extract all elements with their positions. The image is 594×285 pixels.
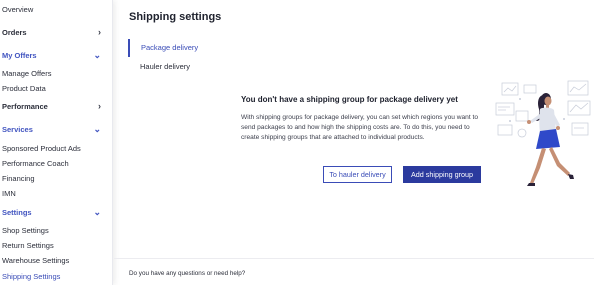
help-text: Do you have any questions or need help? [129,270,246,277]
sidebar-item-label: Performance [2,102,48,111]
sidebar-item-label: Return Settings [2,241,54,250]
sidebar-item-settings[interactable]: Settings ⌄ [2,207,107,217]
sidebar-item-label: IMN [2,189,16,198]
sidebar-item-label: Product Data [2,84,46,93]
sidebar-item-financing[interactable]: Financing [2,174,107,183]
sidebar-item-label: Settings [2,208,32,217]
sidebar-item-label: Performance Coach [2,159,69,168]
main-content: Shipping settings Package delivery Haule… [114,0,594,285]
sidebar-item-warehouse-settings[interactable]: Warehouse Settings [2,256,107,265]
sidebar-item-orders[interactable]: Orders › [2,27,107,37]
chevron-right-icon: › [98,101,101,111]
help-footer: Do you have any questions or need help? [114,258,594,285]
sidebar-item-shipping-settings[interactable]: Shipping Settings [2,272,107,281]
sidebar-item-overview[interactable]: Overview [2,5,107,14]
sidebar-item-label: Overview [2,5,34,14]
sidebar-item-label: Shop Settings [2,226,49,235]
sidebar-item-return-settings[interactable]: Return Settings [2,241,107,250]
sidebar-item-label: Manage Offers [2,69,52,78]
empty-state-description: With shipping groups for package deliver… [241,114,479,141]
to-hauler-delivery-button[interactable]: To hauler delivery [323,166,392,183]
sidebar-item-manage-offers[interactable]: Manage Offers [2,69,107,78]
sidebar-item-label: Sponsored Product Ads [2,144,81,153]
sidebar-item-label: Financing [2,174,35,183]
chevron-right-icon: › [98,27,101,37]
tab-label: Package delivery [141,43,199,52]
sidebar: Overview Orders › My Offers ⌄ Manage Off… [0,0,113,285]
sidebar-item-shop-settings[interactable]: Shop Settings [2,226,107,235]
sidebar-item-label: Shipping Settings [2,272,61,281]
sidebar-item-imn[interactable]: IMN [2,189,107,198]
sidebar-item-sponsored-product-ads[interactable]: Sponsored Product Ads [2,144,107,153]
chevron-down-icon: ⌄ [93,50,101,60]
sidebar-item-my-offers[interactable]: My Offers ⌄ [2,50,107,60]
sidebar-item-services[interactable]: Services ⌄ [2,124,107,134]
empty-state-title: You don't have a shipping group for pack… [241,95,458,104]
sidebar-item-label: My Offers [2,51,37,60]
tab-hauler-delivery[interactable]: Hauler delivery [128,58,190,76]
chevron-down-icon: ⌄ [93,124,101,134]
shipping-illustration [495,80,591,186]
sidebar-item-performance[interactable]: Performance › [2,101,107,111]
sidebar-item-performance-coach[interactable]: Performance Coach [2,159,107,168]
tab-label: Hauler delivery [140,62,191,71]
sidebar-item-product-data[interactable]: Product Data [2,84,107,93]
sidebar-item-label: Warehouse Settings [2,256,70,265]
chevron-down-icon: ⌄ [93,207,101,217]
add-shipping-group-button[interactable]: Add shipping group [403,166,481,183]
sidebar-item-label: Services [2,125,33,134]
page-title: Shipping settings [129,11,222,23]
tab-package-delivery[interactable]: Package delivery [128,39,198,57]
sidebar-item-label: Orders [2,28,27,37]
